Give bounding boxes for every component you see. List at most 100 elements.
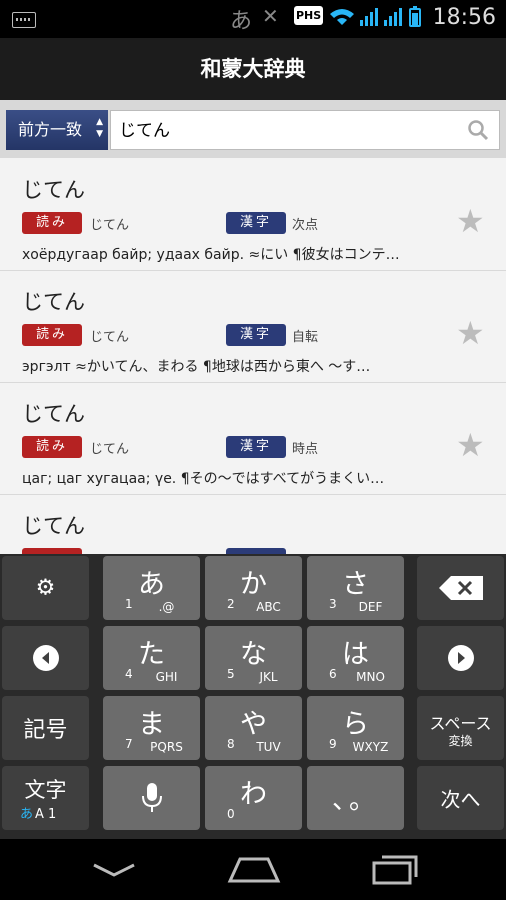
list-item[interactable]: じてん — [0, 494, 506, 554]
key-ta[interactable]: た 4 GHI — [103, 626, 200, 690]
symbols-key[interactable]: 記号 — [2, 696, 89, 760]
kanji-badge: 漢字 — [226, 324, 286, 346]
punctuation-key[interactable]: 、。 — [307, 766, 404, 830]
back-chevron-icon[interactable] — [92, 861, 136, 881]
clock: 18:56 — [432, 5, 496, 30]
key-number-label: 4 — [125, 667, 133, 681]
key-number-label: 5 — [227, 667, 235, 681]
convert-label: 変換 — [448, 734, 473, 748]
list-item[interactable]: じてん 読み じてん 漢字 時点 цаг; цаг хугацаа; үе. ¶… — [0, 382, 506, 495]
space-convert-key[interactable]: スペース 変換 — [417, 696, 504, 760]
favorite-star-icon[interactable]: ★ — [456, 202, 485, 240]
keyboard-notification-icon — [12, 12, 36, 28]
key-main-label: な — [240, 639, 267, 670]
ime-indicator: あ — [230, 9, 253, 34]
next-key[interactable]: 次へ — [417, 766, 504, 830]
arrow-right-icon — [448, 645, 474, 671]
key-number-label: 3 — [329, 597, 337, 611]
entry-definition: цаг; цаг хугацаа; үе. ¶その～ではすべてがうまくい… — [22, 471, 385, 487]
key-ma[interactable]: ま 7 PQRS — [103, 696, 200, 760]
key-sub-label: GHI — [155, 670, 178, 684]
key-na[interactable]: な 5 JKL — [205, 626, 302, 690]
key-number-label: 8 — [227, 737, 235, 751]
result-list[interactable]: じてん 読み じてん 漢字 次点 хоёрдугаар байр; удаах … — [0, 158, 506, 554]
search-icon[interactable] — [467, 119, 489, 141]
input-mode-key[interactable]: 文字 あ A 1 — [2, 766, 89, 830]
input-mode-kana: あ — [20, 807, 34, 822]
key-sub-label: DEF — [358, 600, 383, 614]
gear-icon: ⚙ — [35, 575, 56, 601]
input-mode-alpha: A 1 — [35, 807, 57, 822]
list-item[interactable]: じてん 読み じてん 漢字 自転 эргэлт ≈かいてん、まわる ¶地球は西か… — [0, 270, 506, 383]
space-label: スペース — [429, 714, 492, 733]
next-label: 次へ — [440, 787, 481, 812]
key-main-label: た — [138, 639, 165, 670]
key-main-label: ま — [138, 709, 165, 740]
key-ra[interactable]: ら 9 WXYZ — [307, 696, 404, 760]
search-query: じてん — [119, 121, 170, 141]
key-ha[interactable]: は 6 MNO — [307, 626, 404, 690]
key-sa[interactable]: さ 3 DEF — [307, 556, 404, 620]
backspace-key[interactable] — [417, 556, 504, 620]
entry-reading: じてん — [90, 330, 130, 345]
recent-apps-icon[interactable] — [370, 853, 420, 885]
key-sub-label: JKL — [259, 670, 278, 684]
key-main-label: さ — [342, 569, 369, 600]
navigation-bar — [0, 839, 506, 900]
entry-word: じてん — [22, 402, 85, 426]
input-mode-label: 文字 — [24, 778, 67, 802]
key-a[interactable]: あ 1 .@ — [103, 556, 200, 620]
cursor-left-key[interactable] — [2, 626, 89, 690]
reading-badge: 読み — [22, 436, 82, 458]
entry-word: じてん — [22, 290, 85, 314]
favorite-star-icon[interactable]: ★ — [456, 314, 485, 352]
key-number-label: 1 — [125, 597, 133, 611]
key-number-label: 7 — [125, 737, 133, 751]
microphone-icon — [142, 783, 162, 812]
entry-definition: хоёрдугаар байр; удаах байр. ≈にい ¶彼女はコンテ… — [22, 247, 400, 263]
key-sub-label: ABC — [256, 600, 281, 614]
entry-kanji: 自転 — [292, 330, 319, 345]
punctuation-label: 、。 — [331, 785, 379, 816]
arrow-left-icon — [33, 645, 59, 671]
search-mode-selector[interactable]: 前方一致 ▲ ▼ — [6, 110, 108, 150]
favorite-star-icon[interactable]: ★ — [456, 426, 485, 464]
key-wa[interactable]: わ 0 — [205, 766, 302, 830]
key-sub-label: WXYZ — [352, 740, 389, 754]
reading-badge: 読み — [22, 212, 82, 234]
key-main-label: は — [342, 639, 369, 670]
entry-reading: じてん — [90, 218, 130, 233]
voice-input-key[interactable] — [103, 766, 200, 830]
key-ka[interactable]: か 2 ABC — [205, 556, 302, 620]
phs-badge: PHS — [294, 6, 324, 25]
app-title: 和蒙大辞典 — [0, 38, 506, 100]
status-bar: あ ✕ PHS 18:56 — [0, 0, 506, 38]
search-bar: 前方一致 ▲ ▼ じてん — [0, 100, 506, 158]
entry-word: じてん — [22, 514, 85, 538]
wifi-signal-battery-icon — [330, 6, 421, 27]
cursor-right-key[interactable] — [417, 626, 504, 690]
key-number-label: 6 — [329, 667, 337, 681]
signal-icons — [328, 4, 424, 33]
key-main-label: か — [240, 569, 267, 600]
key-sub-label: PQRS — [150, 740, 183, 754]
key-main-label: あ — [138, 569, 165, 600]
home-icon[interactable] — [226, 853, 282, 885]
key-ya[interactable]: や 8 TUV — [205, 696, 302, 760]
search-mode-label: 前方一致 — [18, 120, 83, 139]
list-item[interactable]: じてん 読み じてん 漢字 次点 хоёрдугаар байр; удаах … — [0, 158, 506, 271]
entry-kanji: 次点 — [292, 218, 319, 233]
backspace-icon — [439, 576, 483, 600]
settings-key[interactable]: ⚙ — [2, 556, 89, 620]
key-main-label: わ — [240, 779, 267, 810]
search-input[interactable]: じてん — [110, 110, 500, 150]
bluetooth-off-icon: ✕ — [262, 4, 279, 28]
key-number-label: 9 — [329, 737, 337, 751]
key-main-label: ら — [342, 709, 369, 740]
key-sub-label: .@ — [158, 600, 175, 614]
kanji-badge: 漢字 — [226, 212, 286, 234]
key-number-label: 0 — [227, 807, 235, 821]
soft-keyboard: ⚙ 記号 文字 あ A 1 あ 1 .@ か 2 ABC さ 3 DEF た 4… — [0, 554, 506, 839]
entry-kanji: 時点 — [292, 442, 319, 457]
key-sub-label: MNO — [356, 670, 385, 684]
